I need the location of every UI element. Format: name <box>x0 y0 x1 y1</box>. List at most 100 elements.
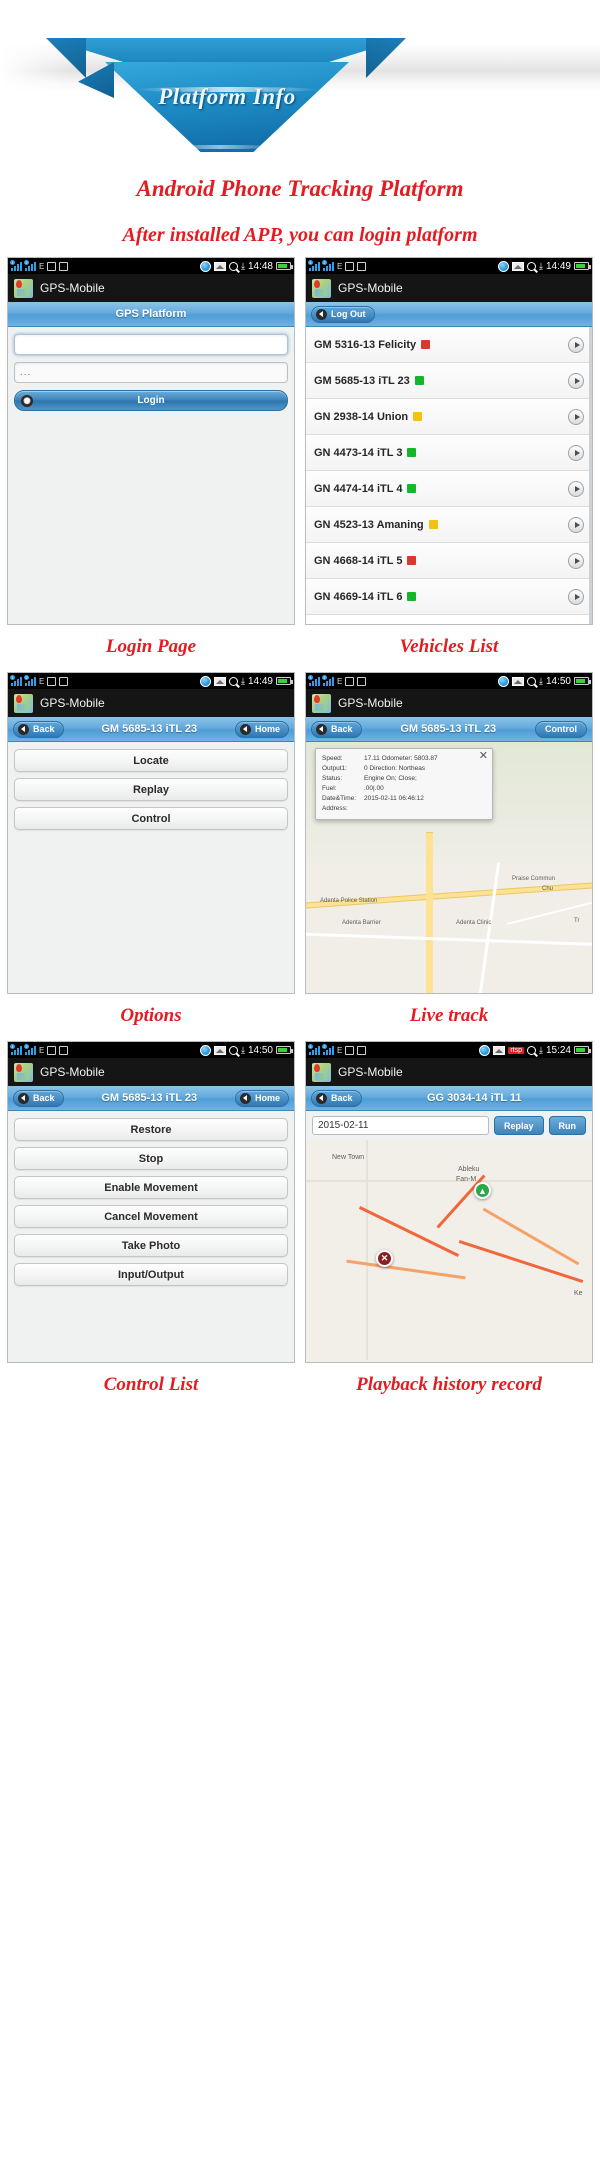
signal-bars-icon: 1 <box>10 675 22 686</box>
close-icon[interactable]: ✕ <box>479 751 488 762</box>
caption-playback: Playback history record <box>356 1374 542 1395</box>
live-map[interactable]: Adenta Police Station Adenta Barrier Ade… <box>306 742 592 993</box>
status-time: 14:50 <box>545 675 571 687</box>
back-button-label: Back <box>331 1093 353 1103</box>
chevron-right-icon[interactable] <box>568 552 584 569</box>
chevron-right-icon[interactable] <box>568 516 584 533</box>
username-input[interactable] <box>14 334 288 355</box>
table-row[interactable]: GN 4523-13 Amaning <box>306 507 592 543</box>
back-button-label: Back <box>33 1093 55 1103</box>
edge-network-icon: E <box>39 676 45 686</box>
alarm-clock-icon <box>59 1045 69 1055</box>
info-row: Output1: 0 Direction: Northeas <box>322 764 486 774</box>
back-arrow-icon <box>239 1092 251 1104</box>
app-title: GPS-Mobile <box>40 696 105 710</box>
map-label: Adenta Police Station <box>320 898 378 904</box>
scrollbar[interactable] <box>589 327 592 624</box>
control-button[interactable]: Control <box>535 720 587 738</box>
back-button[interactable]: Back <box>13 720 64 738</box>
map-label: Fan-M <box>456 1176 477 1183</box>
chevron-right-icon[interactable] <box>568 372 584 389</box>
caption-options: Options <box>120 1005 182 1026</box>
login-screen: 1 2 E ⤓ 14:48 GPS-Mobile GPS Platform ..… <box>7 257 295 625</box>
replay-button[interactable]: Replay <box>493 1116 544 1135</box>
chevron-right-icon[interactable] <box>568 336 584 353</box>
info-row: Speed: 17.11 Odometer: 5803.87 <box>322 754 486 764</box>
app-bar: GPS-Mobile <box>8 274 294 302</box>
restore-button[interactable]: Restore <box>14 1118 288 1141</box>
start-marker-icon[interactable]: ✕ <box>376 1250 393 1267</box>
vibrate-icon <box>47 261 57 271</box>
end-marker-icon[interactable]: ▲ <box>474 1182 491 1199</box>
info-value: 17.11 Odometer: 5803.87 <box>364 755 438 762</box>
table-row[interactable]: GM 5316-13 Felicity <box>306 327 592 363</box>
playback-map[interactable]: New Town Ableku Fan-M Ke ▲ ✕ <box>306 1140 592 1362</box>
control-button[interactable]: Control <box>14 807 288 830</box>
back-arrow-icon <box>316 308 327 320</box>
download-icon: ⤓ <box>538 260 543 271</box>
vehicles-cell: 1 2 E ⤓ 14:49 GPS-Mobile Log Out GM 5316… <box>305 257 593 662</box>
table-row[interactable]: GN 4473-14 iTL 3 <box>306 435 592 471</box>
caption-vehicles: Vehicles List <box>399 636 499 657</box>
signal-bars-icon: 1 <box>308 675 320 686</box>
stop-button[interactable]: Stop <box>14 1147 288 1170</box>
password-input[interactable]: ... <box>14 362 288 383</box>
status-time: 14:48 <box>247 260 273 272</box>
vibrate-icon <box>47 1045 57 1055</box>
chevron-right-icon[interactable] <box>568 480 584 497</box>
back-button[interactable]: Back <box>13 1089 64 1107</box>
table-row[interactable]: GN 4474-14 iTL 4 <box>306 471 592 507</box>
take-photo-button[interactable]: Take Photo <box>14 1234 288 1257</box>
cancel-movement-button[interactable]: Cancel Movement <box>14 1205 288 1228</box>
back-button[interactable]: Back <box>311 720 362 738</box>
map-label: Praise Commun <box>512 876 556 882</box>
chevron-right-icon[interactable] <box>568 588 584 605</box>
gear-icon <box>21 395 33 407</box>
gallery-icon <box>511 676 524 686</box>
chevron-right-icon[interactable] <box>568 444 584 461</box>
search-icon <box>526 676 536 686</box>
run-button[interactable]: Run <box>548 1116 586 1135</box>
caption-livetrack: Live track <box>409 1005 489 1026</box>
status-bar: 1 2 E ⤓ 14:50 <box>306 673 592 689</box>
edge-network-icon: E <box>337 676 343 686</box>
locate-button[interactable]: Locate <box>14 749 288 772</box>
control-cell: 1 2 E ⤓ 14:50 GPS-Mobile Back GM 5685-13… <box>7 1041 295 1400</box>
edge-network-icon: E <box>39 1045 45 1055</box>
info-value: 2015-02-11 06:46:12 <box>364 795 424 802</box>
signal-bars-icon: 2 <box>322 260 334 271</box>
app-bar: GPS-Mobile <box>8 1058 294 1086</box>
battery-icon <box>276 1046 293 1054</box>
battery-icon <box>574 677 591 685</box>
replay-button[interactable]: Replay <box>14 778 288 801</box>
control-nav-bar: Back GM 5685-13 iTL 23 Home <box>8 1086 294 1111</box>
back-button[interactable]: Back <box>311 1089 362 1107</box>
table-row[interactable]: GN 2938-14 Union <box>306 399 592 435</box>
gallery-icon <box>213 676 226 686</box>
home-button[interactable]: Home <box>234 720 289 738</box>
chevron-right-icon[interactable] <box>568 408 584 425</box>
logout-button[interactable]: Log Out <box>311 305 375 323</box>
app-title: GPS-Mobile <box>338 696 403 710</box>
battery-icon <box>276 262 293 270</box>
livetrack-nav-bar: Back GM 5685-13 iTL 23 Control <box>306 717 592 742</box>
download-icon: ⤓ <box>538 1044 543 1055</box>
enable-movement-button[interactable]: Enable Movement <box>14 1176 288 1199</box>
table-row[interactable]: GN 4669-14 iTL 6 <box>306 579 592 615</box>
table-row[interactable]: GN 4668-14 iTL 5 <box>306 543 592 579</box>
gallery-icon <box>213 1045 226 1055</box>
screens-row-2: 1 2 E ⤓ 14:49 GPS-Mobile Back GM 5685-13… <box>0 672 600 1031</box>
input-output-button[interactable]: Input/Output <box>14 1263 288 1286</box>
table-row[interactable]: GM 5685-13 iTL 23 <box>306 363 592 399</box>
date-input[interactable]: 2015-02-11 <box>312 1116 489 1135</box>
info-key: Speed: <box>322 755 343 762</box>
status-badge <box>428 520 438 529</box>
login-button[interactable]: Login <box>14 390 288 411</box>
status-badge <box>407 484 417 493</box>
home-button[interactable]: Home <box>234 1089 289 1107</box>
signal-bars-icon: 2 <box>24 1044 36 1055</box>
login-body: ... Login <box>8 327 294 624</box>
vehicles-list[interactable]: GM 5316-13 Felicity GM 5685-13 iTL 23 GN… <box>306 327 592 624</box>
vehicle-name: GN 4523-13 Amaning <box>314 518 424 531</box>
home-button-label: Home <box>254 724 280 734</box>
